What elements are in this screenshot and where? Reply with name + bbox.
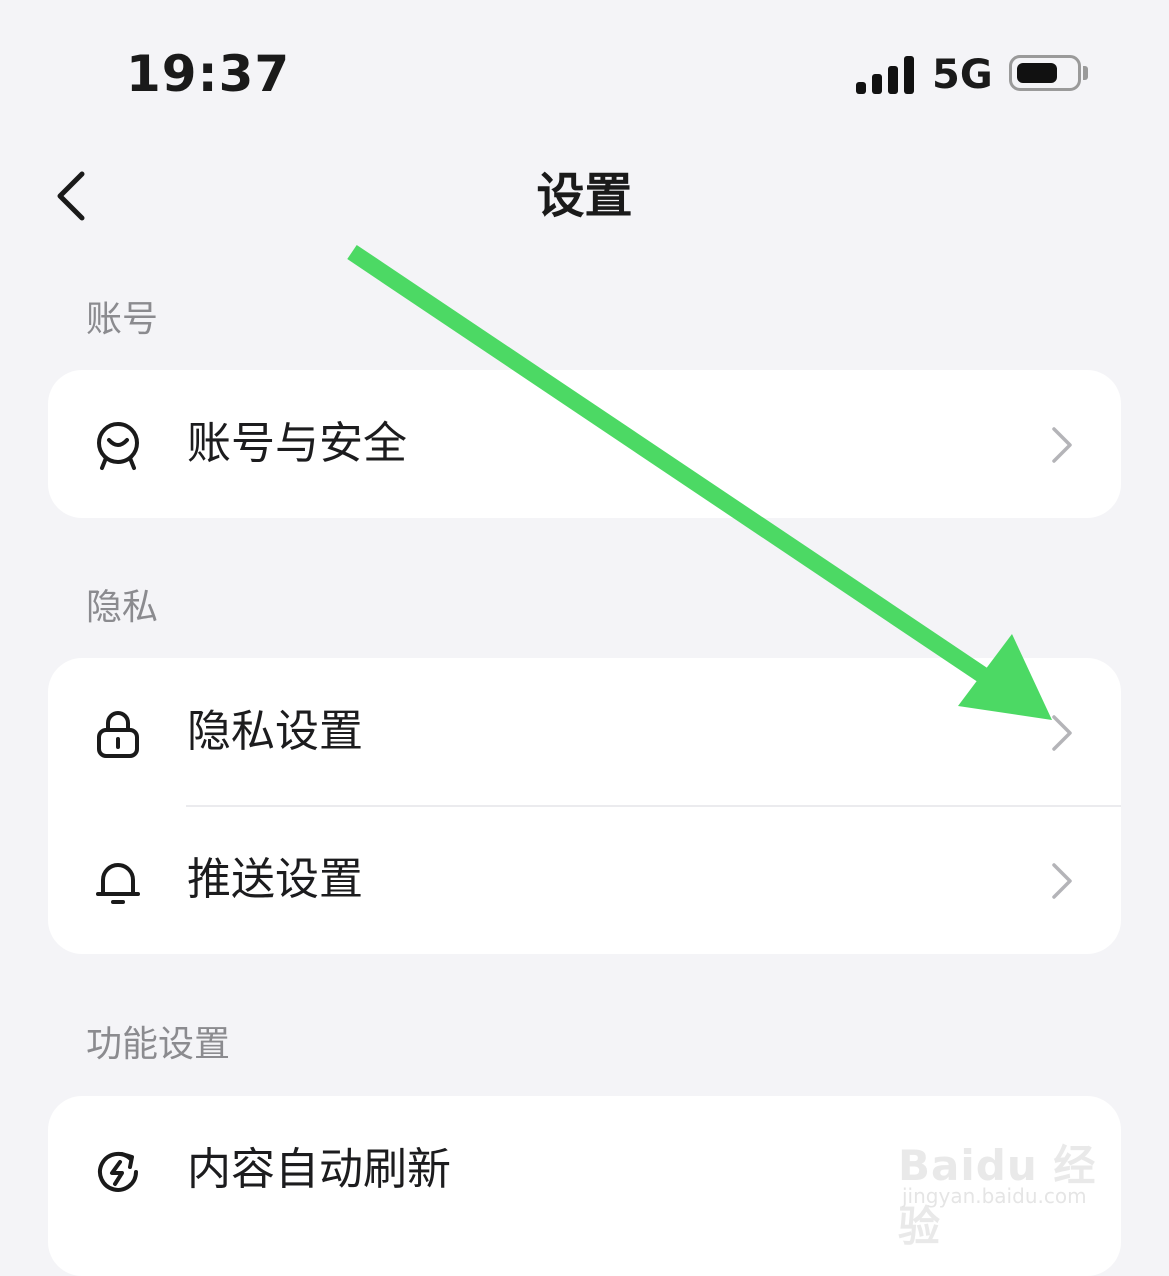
settings-item-push[interactable]: 推送设置 <box>48 806 1121 954</box>
settings-item-label: 账号与安全 <box>187 418 407 469</box>
battery-tip <box>1083 66 1088 80</box>
chevron-right-icon <box>1052 715 1072 751</box>
refresh-bolt-icon <box>98 1151 138 1192</box>
chevron-right-icon <box>1052 427 1072 463</box>
settings-item-account-security[interactable]: 账号与安全 <box>48 370 1121 518</box>
status-time: 19:37 <box>126 45 291 103</box>
settings-item-label: 内容自动刷新 <box>187 1144 451 1195</box>
bell-icon <box>96 863 140 904</box>
account-face-icon <box>97 422 139 470</box>
signal-strength-icon <box>856 56 916 94</box>
settings-item-label: 推送设置 <box>187 854 363 905</box>
chevron-right-icon <box>1052 863 1072 899</box>
section-label-features: 功能设置 <box>86 1024 231 1065</box>
section-label-account: 账号 <box>86 299 159 340</box>
account-card: 账号与安全 <box>48 370 1121 518</box>
battery-icon <box>1009 55 1081 91</box>
lock-icon <box>97 711 139 758</box>
watermark-url: jingyan.baidu.com <box>902 1184 1087 1208</box>
watermark: Baidu 经验 jingyan.baidu.com <box>892 1128 1122 1251</box>
network-type: 5G <box>932 52 993 98</box>
page-title: 设置 <box>536 168 633 224</box>
settings-item-label: 隐私设置 <box>187 706 363 757</box>
settings-item-privacy[interactable]: 隐私设置 <box>48 658 1121 806</box>
privacy-card: 隐私设置 推送设置 <box>48 658 1121 954</box>
section-label-privacy: 隐私 <box>86 587 159 628</box>
